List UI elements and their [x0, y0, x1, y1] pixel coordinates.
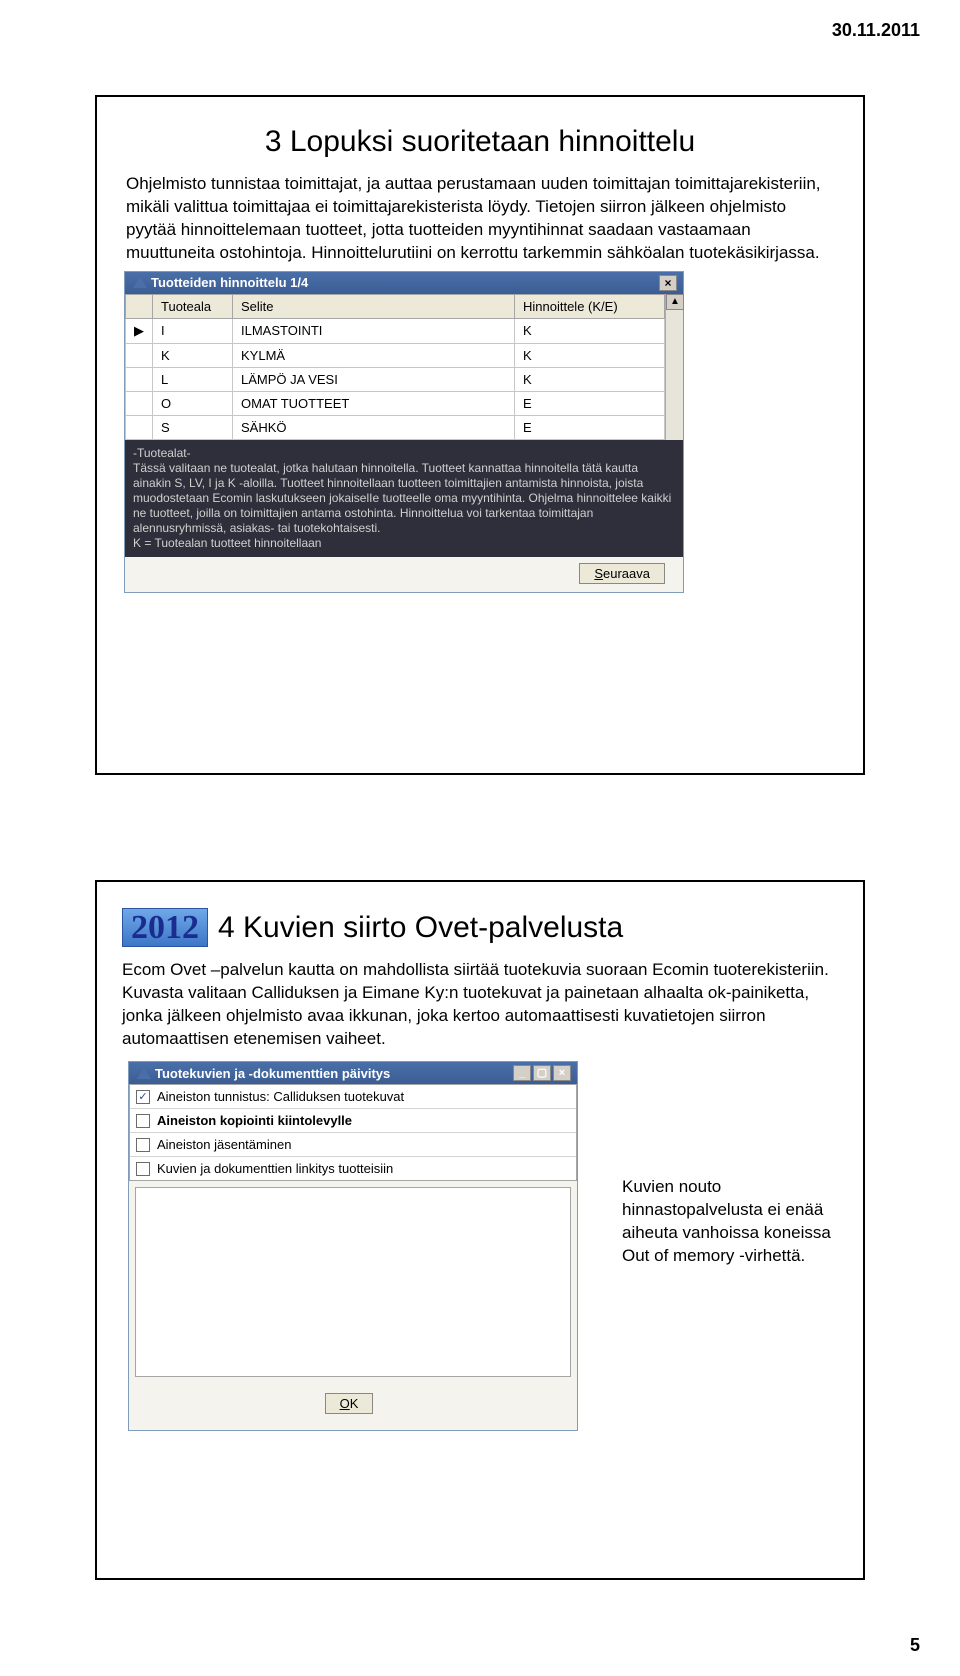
- app-icon: [133, 277, 147, 288]
- step-label: Kuvien ja dokumenttien linkitys tuotteis…: [157, 1161, 393, 1176]
- slide2-side-note: Kuvien nouto hinnastopalvelusta ei enää …: [622, 1176, 852, 1268]
- checkbox-icon: [136, 1138, 150, 1152]
- scroll-up-icon[interactable]: ▲: [666, 294, 684, 310]
- table-row[interactable]: OOMAT TUOTTEETE: [126, 391, 665, 415]
- product-area-table: Tuoteala Selite Hinnoittele (K/E) ▶IILMA…: [125, 294, 665, 440]
- dialog-hinnoittelu: Tuotteiden hinnoittelu 1/4 × Tuoteala Se…: [124, 271, 684, 593]
- col-hinnoittele: Hinnoittele (K/E): [515, 294, 665, 318]
- table-row[interactable]: KKYLMÄK: [126, 343, 665, 367]
- dialog-tuotekuvat: Tuotekuvien ja -dokumenttien päivitys _ …: [128, 1061, 578, 1431]
- next-button[interactable]: Seuraava: [579, 563, 665, 584]
- dialog2-titlebar: Tuotekuvien ja -dokumenttien päivitys _ …: [129, 1062, 577, 1084]
- slide-1: 3 Lopuksi suoritetaan hinnoittelu Ohjelm…: [95, 95, 865, 775]
- checkbox-icon: [136, 1114, 150, 1128]
- slide-2: 2012 4 Kuvien siirto Ovet-palvelusta Eco…: [95, 880, 865, 1580]
- dialog2-title: Tuotekuvien ja -dokumenttien päivitys: [155, 1066, 390, 1081]
- info-panel: -Tuotealat- Tässä valitaan ne tuotealat,…: [125, 440, 683, 557]
- maximize-icon[interactable]: ▢: [533, 1065, 551, 1081]
- scrollbar[interactable]: ▲: [665, 294, 683, 440]
- col-selite: Selite: [233, 294, 515, 318]
- dialog1-title: Tuotteiden hinnoittelu 1/4: [151, 275, 308, 290]
- step-list: ✓ Aineiston tunnistus: Calliduksen tuote…: [129, 1084, 577, 1181]
- year-badge: 2012: [122, 908, 208, 947]
- page-number: 5: [910, 1635, 920, 1656]
- table-row[interactable]: LLÄMPÖ JA VESIK: [126, 367, 665, 391]
- slide2-paragraph: Ecom Ovet –palvelun kautta on mahdollist…: [122, 959, 838, 1051]
- slide1-title: 3 Lopuksi suoritetaan hinnoittelu: [122, 125, 838, 159]
- step-label: Aineiston jäsentäminen: [157, 1137, 291, 1152]
- list-item: Aineiston jäsentäminen: [130, 1133, 576, 1157]
- close-icon[interactable]: ×: [659, 275, 677, 291]
- minimize-icon[interactable]: _: [513, 1065, 531, 1081]
- table-row[interactable]: ▶IILMASTOINTIK: [126, 318, 665, 343]
- slide2-title: 4 Kuvien siirto Ovet-palvelusta: [218, 911, 623, 945]
- list-item: ✓ Aineiston tunnistus: Calliduksen tuote…: [130, 1085, 576, 1109]
- ok-button[interactable]: OK: [325, 1393, 374, 1414]
- step-label: Aineiston kopiointi kiintolevylle: [157, 1113, 352, 1128]
- app-icon: [137, 1068, 151, 1079]
- list-item: Aineiston kopiointi kiintolevylle: [130, 1109, 576, 1133]
- slide1-paragraph: Ohjelmisto tunnistaa toimittajat, ja aut…: [122, 173, 838, 265]
- col-tuoteala: Tuoteala: [153, 294, 233, 318]
- header-date: 30.11.2011: [832, 20, 920, 41]
- output-area: [135, 1187, 571, 1377]
- info-legend: K = Tuotealan tuotteet hinnoitellaan: [133, 536, 675, 551]
- dialog1-titlebar: Tuotteiden hinnoittelu 1/4 ×: [125, 272, 683, 294]
- step-label: Aineiston tunnistus: Calliduksen tuoteku…: [157, 1089, 404, 1104]
- checkbox-icon: [136, 1162, 150, 1176]
- info-text: Tässä valitaan ne tuotealat, jotka halut…: [133, 461, 675, 536]
- close-icon[interactable]: ×: [553, 1065, 571, 1081]
- row-arrow-col: [126, 294, 153, 318]
- list-item: Kuvien ja dokumenttien linkitys tuotteis…: [130, 1157, 576, 1180]
- checkbox-icon: ✓: [136, 1090, 150, 1104]
- table-row[interactable]: SSÄHKÖE: [126, 415, 665, 439]
- info-label: -Tuotealat-: [133, 446, 675, 461]
